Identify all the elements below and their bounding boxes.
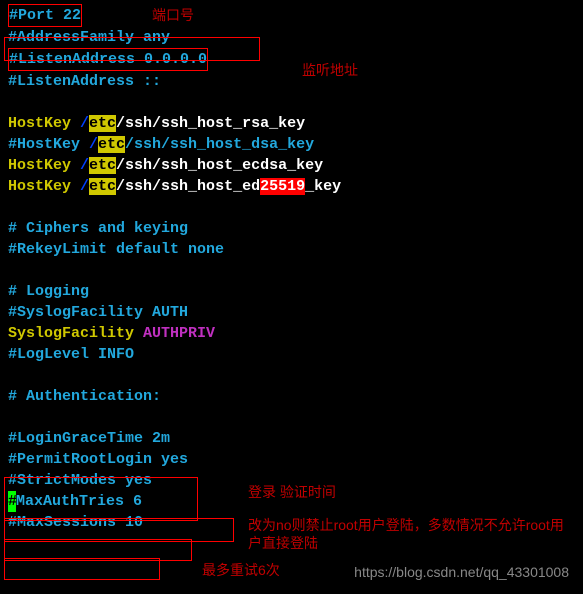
annotation-box xyxy=(4,37,260,61)
config-line-syslogfacility-comment: #SyslogFacility AUTH xyxy=(8,302,575,323)
config-line-hostkey-dsa: #HostKey /etc/ssh/ssh_host_dsa_key xyxy=(8,134,575,155)
config-line-syslogfacility: SyslogFacility AUTHPRIV xyxy=(8,323,575,344)
blank-line xyxy=(8,260,575,281)
blank-line xyxy=(8,365,575,386)
annotation-box xyxy=(4,558,160,580)
config-line-hostkey-ecdsa: HostKey /etc/ssh/ssh_host_ecdsa_key xyxy=(8,155,575,176)
annotation-permitrootlogin: 改为no则禁止root用户登陆，多数情况不允许root用户直接登陆 xyxy=(248,516,568,552)
blank-line xyxy=(8,197,575,218)
annotation-box xyxy=(4,477,198,521)
config-line-rekeylimit: #RekeyLimit default none xyxy=(8,239,575,260)
config-line-permitrootlogin: #PermitRootLogin yes xyxy=(8,449,575,470)
config-line-port: #Port 22 xyxy=(8,4,575,27)
annotation-maxauthtries: 最多重试6次 xyxy=(202,560,280,580)
annotation-login-time: 登录 验证时间 xyxy=(248,482,336,502)
config-line-logingracetime: #LoginGraceTime 2m xyxy=(8,428,575,449)
watermark: https://blog.csdn.net/qq_43301008 xyxy=(354,564,569,580)
annotation-port: 端口号 xyxy=(152,5,194,25)
blank-line xyxy=(8,407,575,428)
config-line-listenaddress2: #ListenAddress :: xyxy=(8,71,575,92)
config-line-auth-heading: # Authentication: xyxy=(8,386,575,407)
config-line-hostkey-rsa: HostKey /etc/ssh/ssh_host_rsa_key xyxy=(8,113,575,134)
blank-line xyxy=(8,92,575,113)
config-line-ciphers-heading: # Ciphers and keying xyxy=(8,218,575,239)
annotation-listenaddress: 监听地址 xyxy=(302,60,358,80)
config-line-hostkey-ed25519: HostKey /etc/ssh/ssh_host_ed25519_key xyxy=(8,176,575,197)
config-line-loglevel: #LogLevel INFO xyxy=(8,344,575,365)
config-line-logging-heading: # Logging xyxy=(8,281,575,302)
